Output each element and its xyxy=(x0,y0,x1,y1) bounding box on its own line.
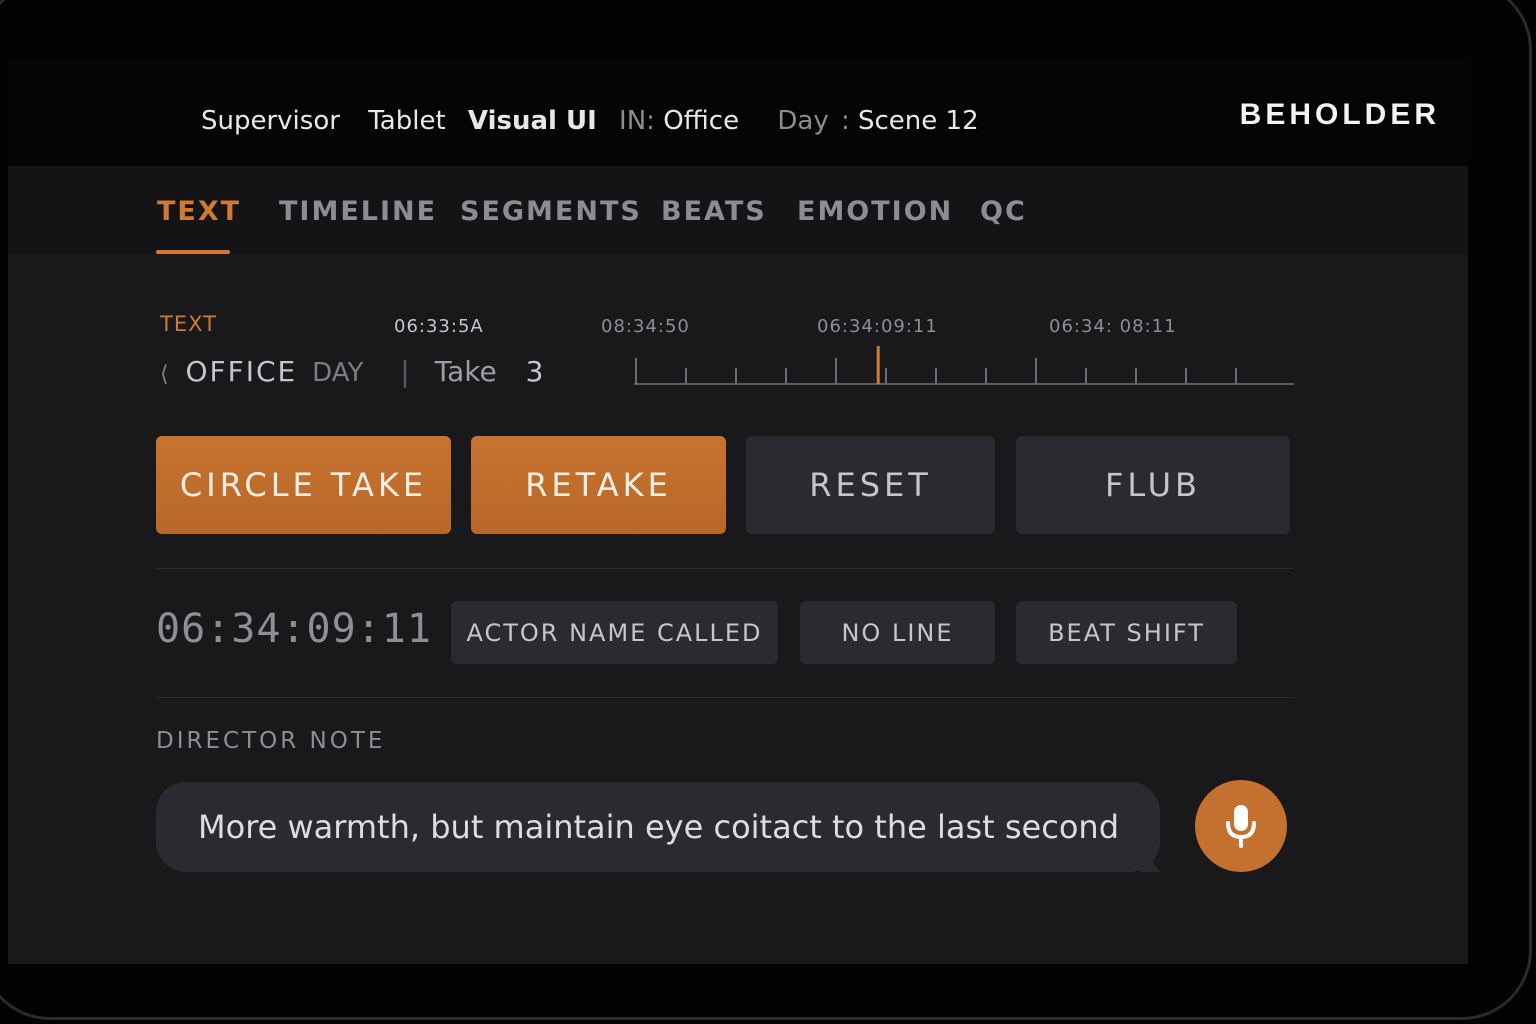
top-header: Supervisor Tablet Visual UI IN: Office D… xyxy=(8,58,1468,166)
tab-segments[interactable]: SEGMENTS xyxy=(460,196,642,227)
timecode-label: 06:33:5A xyxy=(394,316,484,337)
tab-emotion[interactable]: EMOTION xyxy=(797,196,953,227)
brand-logo: BEHOLDER xyxy=(1239,98,1440,131)
microphone-button[interactable] xyxy=(1195,780,1287,872)
timecode-label: 06:34:09:11 xyxy=(817,316,938,337)
active-tab-indicator xyxy=(156,250,230,254)
scene-breadcrumb: ⟨ OFFICE DAY | Take 3 xyxy=(160,355,543,388)
device-label: Tablet xyxy=(368,106,446,136)
circle-take-button[interactable]: CIRCLE TAKE xyxy=(156,436,451,534)
microphone-icon xyxy=(1226,805,1256,848)
actor-name-called-tag[interactable]: ACTOR NAME CALLED xyxy=(451,601,778,664)
breadcrumb-divider: | xyxy=(400,355,410,388)
day-label: Day xyxy=(777,106,829,136)
in-prefix: IN: xyxy=(619,106,655,136)
flub-button[interactable]: FLUB xyxy=(1016,436,1290,534)
section-label: TEXT xyxy=(160,312,217,336)
ui-name-label: Visual UI xyxy=(467,106,597,136)
director-note-text[interactable]: More warmth, but maintain eye coitact to… xyxy=(198,808,1119,846)
timecode-label: 08:34:50 xyxy=(601,316,690,337)
no-line-tag[interactable]: NO LINE xyxy=(800,601,995,664)
scene-label: Scene xyxy=(858,106,938,136)
take-label: Take xyxy=(434,355,497,388)
current-timecode: 06:34:09:11 xyxy=(156,606,432,652)
timecode-label: 06:34: 08:11 xyxy=(1049,316,1177,337)
tablet-device: Supervisor Tablet Visual UI IN: Office D… xyxy=(0,0,1536,1024)
section-divider xyxy=(156,697,1294,698)
scene-number: 12 xyxy=(945,106,979,136)
director-note-label: DIRECTOR NOTE xyxy=(156,728,386,754)
tab-qc[interactable]: QC xyxy=(980,196,1027,227)
take-number[interactable]: 3 xyxy=(526,355,544,388)
tab-timeline[interactable]: TIMELINE xyxy=(279,196,437,227)
reset-button[interactable]: RESET xyxy=(746,436,995,534)
day-separator: : xyxy=(840,106,850,136)
location-label: Office xyxy=(663,106,740,136)
director-note-field[interactable]: More warmth, but maintain eye coitact to… xyxy=(156,782,1160,872)
tab-beats[interactable]: BEATS xyxy=(661,196,767,227)
session-info: Supervisor Tablet Visual UI IN: Office D… xyxy=(201,106,979,136)
tab-bar: TEXT TIMELINE SEGMENTS BEATS EMOTION QC xyxy=(8,166,1468,254)
tab-text[interactable]: TEXT xyxy=(157,196,241,227)
breadcrumb-time-of-day: DAY xyxy=(312,358,364,388)
timeline-ruler[interactable] xyxy=(634,346,1294,388)
retake-button[interactable]: RETAKE xyxy=(471,436,726,534)
beat-shift-tag[interactable]: BEAT SHIFT xyxy=(1016,601,1237,664)
app-screen: Supervisor Tablet Visual UI IN: Office D… xyxy=(8,58,1468,964)
breadcrumb-location[interactable]: OFFICE xyxy=(186,355,298,388)
section-divider xyxy=(156,568,1294,569)
chevron-left-icon[interactable]: ⟨ xyxy=(160,362,169,387)
role-label: Supervisor xyxy=(201,106,340,136)
